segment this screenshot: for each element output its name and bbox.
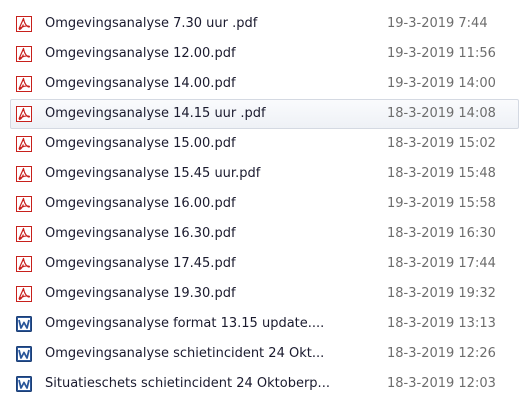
file-date-modified: 18-3-2019 15:48	[387, 166, 496, 181]
file-name: Omgevingsanalyse 14.15 uur .pdf	[45, 106, 266, 121]
file-date-modified: 18-3-2019 12:03	[387, 376, 496, 391]
pdf-file-icon	[16, 106, 32, 122]
file-date-modified: 19-3-2019 15:58	[387, 196, 496, 211]
file-name: Omgevingsanalyse 7.30 uur .pdf	[45, 16, 258, 31]
file-name: Omgevingsanalyse 19.30.pdf	[45, 286, 236, 301]
file-row[interactable]: Omgevingsanalyse 16.00.pdf 19-3-2019 15:…	[10, 189, 519, 219]
file-date-modified: 18-3-2019 14:08	[387, 106, 496, 121]
file-name: Omgevingsanalyse 12.00.pdf	[45, 46, 236, 61]
pdf-file-icon	[16, 286, 32, 302]
word-file-icon	[16, 376, 32, 392]
file-row[interactable]: Omgevingsanalyse 15.00.pdf 18-3-2019 15:…	[10, 129, 519, 159]
word-file-icon	[16, 316, 32, 332]
file-row[interactable]: Omgevingsanalyse 7.30 uur .pdf 19-3-2019…	[10, 9, 519, 39]
pdf-file-icon	[16, 226, 32, 242]
pdf-file-icon	[16, 196, 32, 212]
file-date-modified: 18-3-2019 15:02	[387, 136, 496, 151]
pdf-file-icon	[16, 256, 32, 272]
file-name: Situatieschets schietincident 24 Oktober…	[45, 376, 330, 391]
file-date-modified: 18-3-2019 19:32	[387, 286, 496, 301]
pdf-file-icon	[16, 76, 32, 92]
file-row[interactable]: Situatieschets schietincident 24 Oktober…	[10, 369, 519, 399]
file-row[interactable]: Omgevingsanalyse 14.00.pdf 19-3-2019 14:…	[10, 69, 519, 99]
file-row[interactable]: Omgevingsanalyse 14.15 uur .pdf 18-3-201…	[10, 99, 519, 129]
file-name: Omgevingsanalyse 15.00.pdf	[45, 136, 236, 151]
file-date-modified: 18-3-2019 17:44	[387, 256, 496, 271]
file-date-modified: 18-3-2019 16:30	[387, 226, 496, 241]
file-name: Omgevingsanalyse 14.00.pdf	[45, 76, 236, 91]
file-date-modified: 19-3-2019 11:56	[387, 46, 496, 61]
file-date-modified: 18-3-2019 13:13	[387, 316, 496, 331]
file-name: Omgevingsanalyse 15.45 uur.pdf	[45, 166, 261, 181]
file-list: Omgevingsanalyse 7.30 uur .pdf 19-3-2019…	[0, 9, 523, 399]
file-date-modified: 18-3-2019 12:26	[387, 346, 496, 361]
file-name: Omgevingsanalyse 16.30.pdf	[45, 226, 236, 241]
file-date-modified: 19-3-2019 7:44	[387, 16, 488, 31]
file-row[interactable]: Omgevingsanalyse 16.30.pdf 18-3-2019 16:…	[10, 219, 519, 249]
file-row[interactable]: Omgevingsanalyse 19.30.pdf 18-3-2019 19:…	[10, 279, 519, 309]
pdf-file-icon	[16, 136, 32, 152]
word-file-icon	[16, 346, 32, 362]
file-row[interactable]: Omgevingsanalyse format 13.15 update....…	[10, 309, 519, 339]
pdf-file-icon	[16, 166, 32, 182]
file-name: Omgevingsanalyse schietincident 24 Okt..…	[45, 346, 325, 361]
file-row[interactable]: Omgevingsanalyse schietincident 24 Okt..…	[10, 339, 519, 369]
file-name: Omgevingsanalyse 17.45.pdf	[45, 256, 236, 271]
file-row[interactable]: Omgevingsanalyse 12.00.pdf 19-3-2019 11:…	[10, 39, 519, 69]
file-date-modified: 19-3-2019 14:00	[387, 76, 496, 91]
file-name: Omgevingsanalyse format 13.15 update....	[45, 316, 325, 331]
pdf-file-icon	[16, 46, 32, 62]
file-row[interactable]: Omgevingsanalyse 15.45 uur.pdf 18-3-2019…	[10, 159, 519, 189]
pdf-file-icon	[16, 16, 32, 32]
file-row[interactable]: Omgevingsanalyse 17.45.pdf 18-3-2019 17:…	[10, 249, 519, 279]
file-name: Omgevingsanalyse 16.00.pdf	[45, 196, 236, 211]
